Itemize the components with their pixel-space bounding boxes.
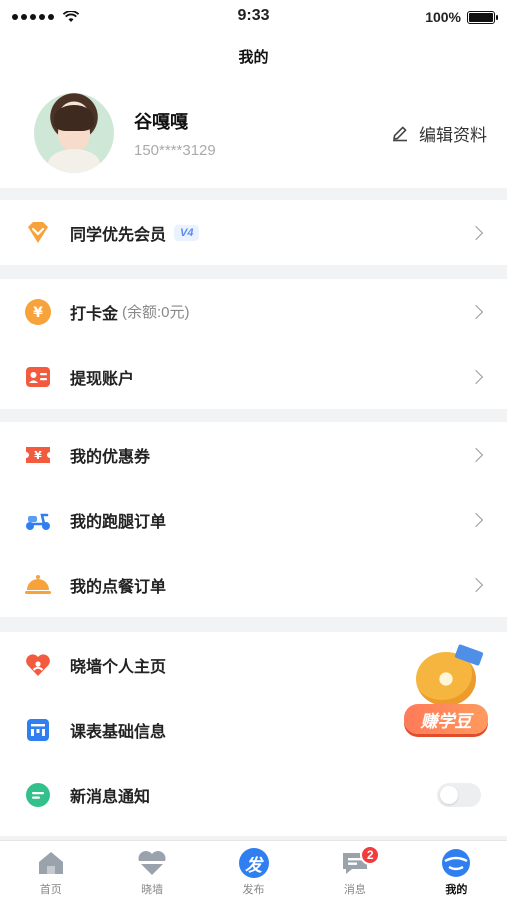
home-icon — [35, 847, 67, 879]
diamond-icon — [24, 219, 52, 247]
tab-label: 我的 — [445, 884, 468, 896]
notifications-label: 新消息通知 — [70, 788, 151, 806]
errand-orders-label: 我的跑腿订单 — [70, 513, 167, 531]
withdraw-row[interactable]: 提现账户 — [0, 344, 507, 409]
publish-icon: 发 — [238, 847, 270, 879]
chevron-right-icon — [468, 447, 484, 462]
nav-bar: 我的 — [0, 34, 507, 78]
chevron-right-icon — [468, 225, 484, 240]
edit-profile-button[interactable]: 编辑资料 — [391, 121, 487, 146]
withdraw-label: 提现账户 — [70, 370, 135, 388]
publish-glyph: 发 — [245, 855, 263, 875]
profile-icon — [440, 847, 472, 879]
tab-home[interactable]: 首页 — [0, 841, 101, 900]
heart-wall-icon — [136, 847, 168, 879]
battery-icon — [467, 10, 498, 24]
earn-points-promo[interactable]: 赚学豆 — [398, 643, 494, 744]
tab-publish[interactable]: 发 发布 — [203, 841, 304, 900]
chevron-right-icon — [468, 304, 484, 319]
checkin-balance: (余额:0元) — [122, 304, 190, 321]
earn-points-label: 赚学豆 — [404, 704, 488, 734]
vip-label: 同学优先会员 — [70, 226, 167, 244]
coupon-icon: ¥ — [24, 441, 52, 469]
wallet-card: ¥ 打卡金 (余额:0元) 提现账户 — [0, 279, 507, 409]
message-count-badge: 2 — [360, 845, 381, 865]
user-phone: 150****3129 — [134, 141, 216, 159]
tab-label: 消息 — [343, 884, 366, 896]
errand-orders-row[interactable]: 我的跑腿订单 — [0, 487, 507, 552]
notifications-toggle[interactable] — [437, 782, 481, 807]
vip-row[interactable]: 同学优先会员 V4 — [0, 200, 507, 265]
svg-text:¥: ¥ — [33, 305, 43, 321]
tab-bar: 首页 晓墙 发 发布 2 消息 我的 — [0, 840, 507, 900]
chevron-right-icon — [468, 577, 484, 592]
scooter-icon — [24, 506, 52, 534]
profile-header[interactable]: 谷嘎嘎 150****3129 编辑资料 — [0, 78, 507, 188]
food-orders-label: 我的点餐订单 — [70, 578, 167, 596]
edit-profile-label: 编辑资料 — [419, 125, 487, 145]
avatar[interactable] — [34, 93, 114, 173]
tab-label: 晓墙 — [141, 884, 164, 896]
checkin-label: 打卡金 — [70, 305, 119, 323]
schedule-label: 课表基础信息 — [70, 723, 167, 741]
chevron-right-icon — [468, 512, 484, 527]
tab-wall[interactable]: 晓墙 — [101, 841, 202, 900]
tab-messages[interactable]: 2 消息 — [304, 841, 405, 900]
vip-level-badge: V4 — [174, 224, 200, 241]
chevron-right-icon — [468, 369, 484, 384]
page-title: 我的 — [238, 48, 269, 66]
notifications-row: 新消息通知 — [0, 762, 507, 827]
coupons-label: 我的优惠券 — [70, 448, 151, 466]
orders-card: ¥ 我的优惠券 我的跑腿订单 我的点餐订单 — [0, 422, 507, 617]
svg-text:¥: ¥ — [34, 449, 42, 462]
schedule-icon — [24, 716, 52, 744]
food-cloche-icon — [24, 571, 52, 599]
homepage-label: 晓墙个人主页 — [70, 658, 167, 676]
checkin-row[interactable]: ¥ 打卡金 (余额:0元) — [0, 279, 507, 344]
status-bar: 9:33 100% — [0, 0, 507, 34]
chat-bubble-icon — [24, 781, 52, 809]
tab-label: 首页 — [39, 884, 62, 896]
user-name: 谷嘎嘎 — [134, 111, 188, 132]
coupons-row[interactable]: ¥ 我的优惠券 — [0, 422, 507, 487]
food-orders-row[interactable]: 我的点餐订单 — [0, 552, 507, 617]
id-card-icon — [24, 363, 52, 391]
tab-me[interactable]: 我的 — [406, 841, 507, 900]
tab-label: 发布 — [242, 884, 265, 896]
vip-card: 同学优先会员 V4 — [0, 200, 507, 265]
pencil-icon — [393, 126, 407, 142]
yen-coin-icon: ¥ — [24, 298, 52, 326]
status-time: 9:33 — [237, 7, 270, 24]
heart-person-icon — [24, 651, 52, 679]
